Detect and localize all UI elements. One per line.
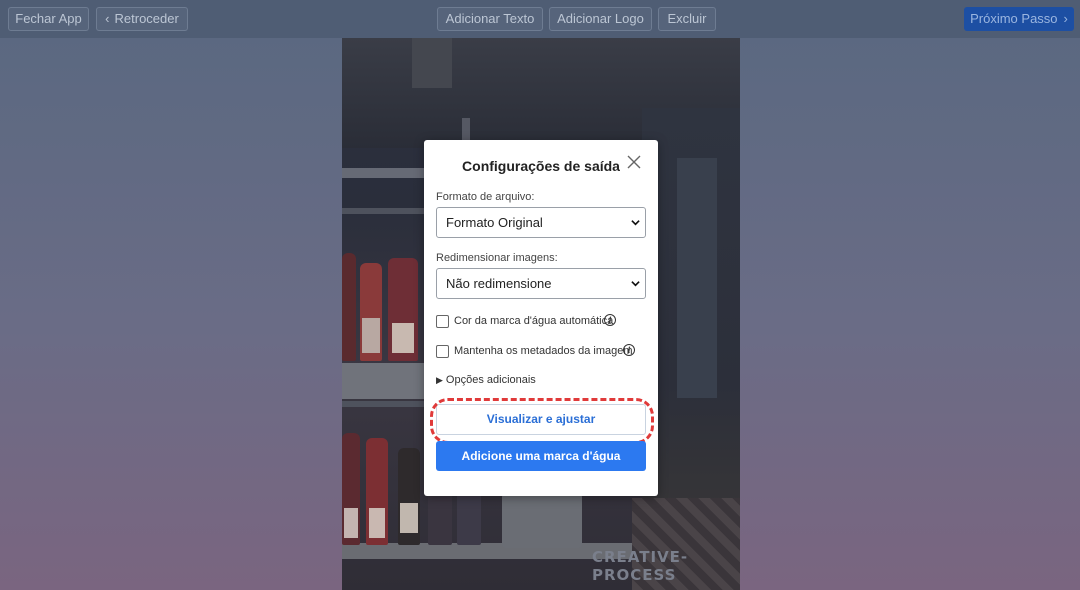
more-options-toggle[interactable]: ▶ Opções adicionais [436, 374, 536, 386]
add-text-button[interactable]: Adicionar Texto [437, 7, 543, 31]
back-label: Retroceder [114, 11, 179, 26]
bottle-label [362, 318, 380, 353]
add-logo-button[interactable]: Adicionar Logo [549, 7, 652, 31]
add-watermark-label: Adicione uma marca d'água [461, 449, 621, 463]
file-format-select[interactable]: Formato Original [436, 207, 646, 238]
resize-label: Redimensionar imagens: [436, 252, 558, 264]
next-step-label: Próximo Passo [970, 11, 1058, 26]
chevron-right-icon: › [1063, 11, 1068, 26]
output-settings-dialog: Configurações de saída Formato de arquiv… [424, 140, 658, 496]
file-format-label: Formato de arquivo: [436, 191, 535, 203]
close-app-button[interactable]: Fechar App [8, 7, 89, 31]
bottle [342, 253, 356, 361]
top-toolbar: Fechar App ‹ Retroceder Adicionar Texto A… [0, 0, 1080, 38]
ceiling-fixture [412, 38, 452, 88]
chevron-down-icon [631, 220, 640, 226]
watermark-text: CREATIVE-PROCESS [592, 548, 689, 584]
close-icon[interactable] [626, 154, 642, 170]
cooking-pot [502, 493, 582, 548]
auto-color-checkbox[interactable] [436, 315, 449, 328]
dialog-title: Configurações de saída [462, 158, 620, 174]
shelf [342, 401, 424, 407]
kitchen-shelf [677, 158, 717, 398]
keep-metadata-label: Mantenha os metadados da imagem [454, 345, 633, 357]
info-icon[interactable]: i [604, 314, 616, 326]
keep-metadata-checkbox[interactable] [436, 345, 449, 358]
resize-value: Não redimensione [446, 276, 552, 291]
back-button[interactable]: ‹ Retroceder [96, 7, 188, 31]
file-format-value: Formato Original [446, 215, 543, 230]
chevron-down-icon [631, 281, 640, 287]
chevron-left-icon: ‹ [105, 11, 110, 26]
preview-adjust-label: Visualizar e ajustar [486, 412, 596, 426]
add-watermark-button[interactable]: Adicione uma marca d'água [436, 441, 646, 471]
shelf [342, 208, 424, 214]
auto-color-label: Cor da marca d'água automática [454, 315, 614, 327]
info-icon[interactable]: i [623, 344, 635, 356]
next-step-button[interactable]: Próximo Passo › [964, 7, 1074, 31]
shelf [342, 363, 424, 399]
triangle-right-icon: ▶ [436, 375, 443, 385]
bottle-label [369, 508, 385, 538]
delete-button[interactable]: Excluir [658, 7, 716, 31]
preview-adjust-button[interactable]: Visualizar e ajustar [436, 404, 646, 435]
resize-select[interactable]: Não redimensione [436, 268, 646, 299]
more-options-label: Opções adicionais [445, 374, 536, 386]
delete-label: Excluir [667, 11, 707, 26]
counter [342, 543, 632, 559]
shelf [342, 168, 424, 178]
bottle-label [344, 508, 358, 538]
bottle-label [392, 323, 414, 353]
add-text-label: Adicionar Texto [445, 11, 535, 26]
close-app-label: Fechar App [15, 11, 82, 26]
bottle-label [400, 503, 418, 533]
add-logo-label: Adicionar Logo [557, 11, 644, 26]
